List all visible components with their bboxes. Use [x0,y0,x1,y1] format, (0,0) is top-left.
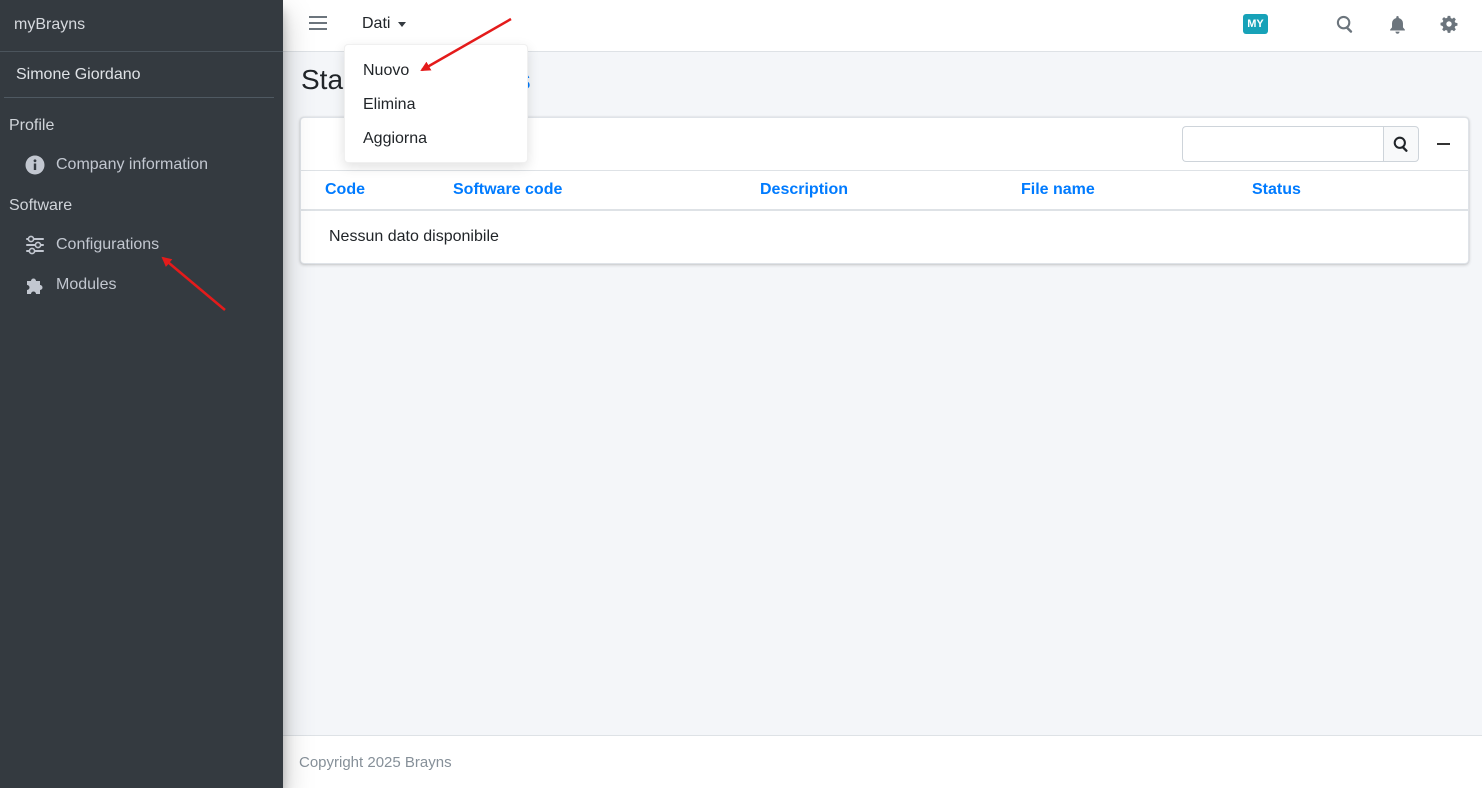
nav-header-software: Software [9,197,73,214]
column-header-software-code[interactable]: Software code [453,171,760,211]
brand-link[interactable]: myBrayns [0,0,283,52]
data-table: Code Software code Description File name… [301,171,1468,263]
bell-icon[interactable] [1386,13,1408,35]
sidebar-item-modules[interactable]: Modules [0,266,283,304]
dati-label: Dati [362,15,391,32]
puzzle-icon [24,274,46,296]
column-header-file-name[interactable]: File name [1021,171,1252,211]
dropdown-item-nuovo[interactable]: Nuovo [345,55,527,89]
column-header-code[interactable]: Code [301,171,453,211]
footer: Copyright 2025 Brayns [283,735,1482,788]
sidebar-item-label: Configurations [56,236,160,253]
table-search-input[interactable] [1182,126,1383,162]
app-root: myBrayns Simone Giordano Profile Company… [0,0,1482,788]
dati-dropdown-toggle[interactable]: Dati [362,15,407,33]
search-button[interactable] [1383,126,1419,162]
search-group [1182,126,1419,162]
hamburger-menu-icon[interactable] [309,16,327,34]
table-row: Nessun dato disponibile [301,210,1468,263]
sidebar-item-company-information[interactable]: Company information [0,146,283,184]
search-icon[interactable] [1334,13,1356,35]
sliders-icon [24,234,46,256]
collapse-card-button[interactable] [1433,134,1453,154]
sidebar-item-label: Modules [56,276,117,293]
page-title-text: Sta [301,64,344,95]
info-circle-icon [24,154,46,176]
dati-dropdown-menu: Nuovo Elimina Aggiorna [344,44,528,163]
nav-header-profile: Profile [9,117,55,134]
minus-icon [1436,143,1450,145]
search-icon [1393,136,1408,152]
column-header-description[interactable]: Description [760,171,1021,211]
sidebar: myBrayns Simone Giordano Profile Company… [0,0,283,788]
user-name[interactable]: Simone Giordano [4,52,274,98]
dropdown-item-elimina[interactable]: Elimina [345,89,527,123]
gear-icon[interactable] [1438,13,1460,35]
dropdown-item-aggiorna[interactable]: Aggiorna [345,123,527,157]
caret-down-icon [398,21,407,27]
sidebar-item-label: Company information [56,156,209,173]
navbar-right: MY [1243,13,1460,35]
my-badge[interactable]: MY [1243,14,1268,34]
table-header-row: Code Software code Description File name… [301,171,1468,211]
empty-table-message: Nessun dato disponibile [329,228,499,245]
sidebar-item-configurations[interactable]: Configurations [0,226,283,264]
column-header-status[interactable]: Status [1252,171,1468,211]
